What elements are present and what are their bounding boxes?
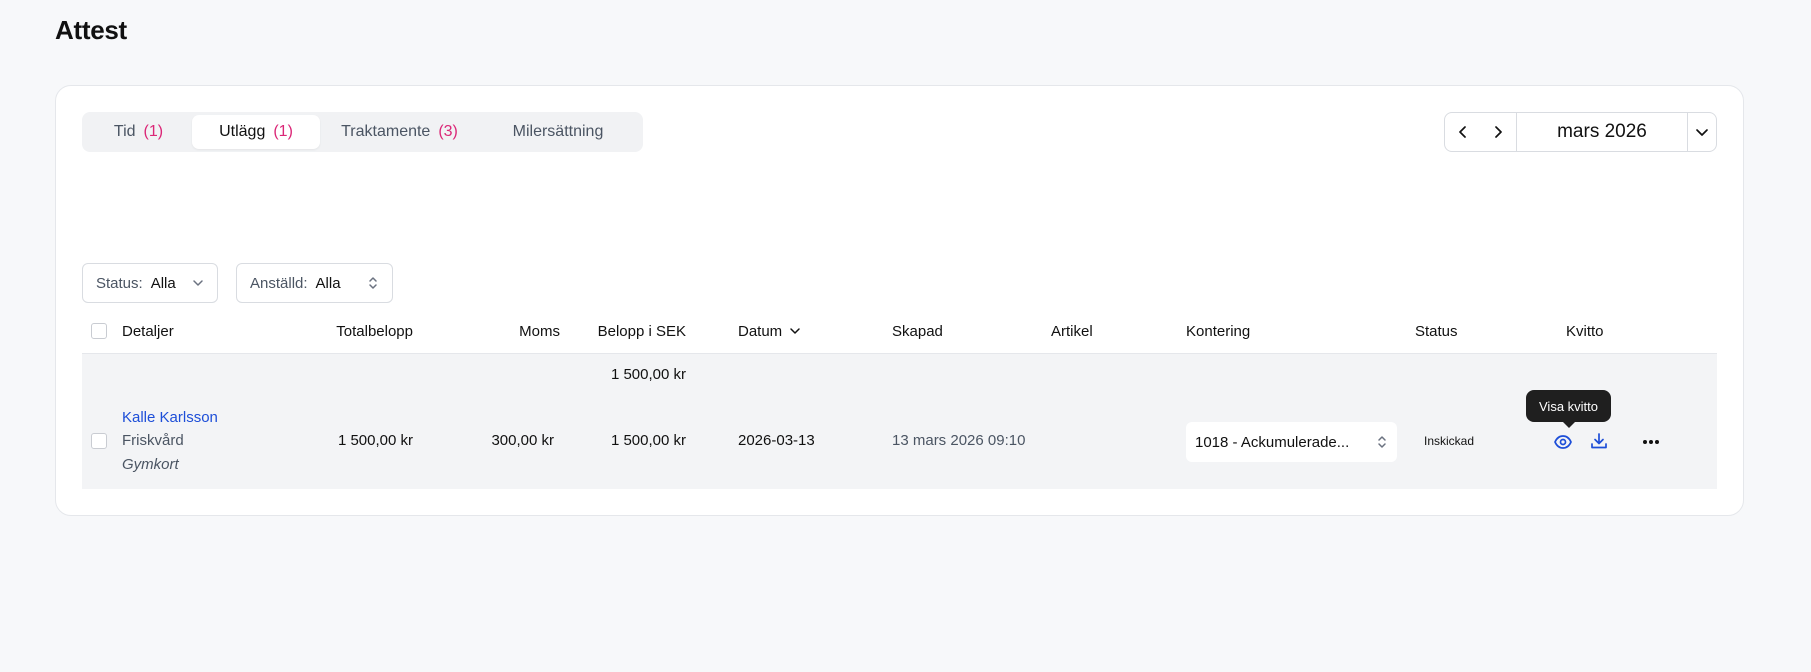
expense-description: Gymkort xyxy=(122,456,179,473)
chevron-down-icon xyxy=(1696,129,1708,136)
column-header-datum[interactable]: Datum xyxy=(738,309,801,353)
view-receipt-button[interactable] xyxy=(1551,430,1575,454)
tab-label: Milersättning xyxy=(512,123,604,140)
status-filter-label: Status: xyxy=(96,274,143,292)
eye-icon xyxy=(1554,435,1572,449)
tab-label: Utlägg xyxy=(219,123,266,140)
tab-count: (1) xyxy=(273,123,293,140)
select-all-checkbox[interactable] xyxy=(91,323,107,339)
tab-utlagg[interactable]: Utlägg (1) xyxy=(192,115,320,149)
table-row[interactable]: Kalle Karlsson Friskvård Gymkort 1 500,0… xyxy=(82,394,1717,489)
column-header-artikel: Artikel xyxy=(1051,322,1093,340)
sort-descending-icon xyxy=(790,328,800,334)
column-header-label: Datum xyxy=(738,322,783,340)
row-checkbox[interactable] xyxy=(91,433,107,449)
download-icon xyxy=(1591,433,1607,449)
page-title: Attest xyxy=(55,15,127,45)
month-dropdown-button[interactable] xyxy=(1685,113,1719,151)
attest-card: Tid (1) Utlägg (1) Traktamente (3) Miler… xyxy=(55,85,1744,516)
download-receipt-button[interactable] xyxy=(1587,429,1611,453)
status-badge: Inskickad xyxy=(1416,430,1483,452)
account-select[interactable]: 1018 - Ackumulerade... xyxy=(1186,422,1397,462)
expense-category: Friskvård xyxy=(122,432,184,449)
created-at: 13 mars 2026 09:10 xyxy=(892,432,1026,449)
tab-milersattning[interactable]: Milersättning xyxy=(482,115,634,149)
view-receipt-tooltip: Visa kvitto xyxy=(1526,390,1612,428)
month-label[interactable]: mars 2026 xyxy=(1517,113,1687,151)
column-header-belopp-sek: Belopp i SEK xyxy=(597,322,686,340)
tab-count: (3) xyxy=(438,123,458,140)
column-header-detaljer: Detaljer xyxy=(122,322,174,340)
summary-belopp-sek: 1 500,00 kr xyxy=(610,365,686,383)
column-header-skapad: Skapad xyxy=(892,322,943,340)
row-actions-button[interactable] xyxy=(1639,430,1663,454)
chevron-down-icon xyxy=(193,280,203,286)
vat-amount: 300,00 kr xyxy=(491,432,554,449)
total-amount: 1 500,00 kr xyxy=(337,432,413,449)
tab-label: Traktamente xyxy=(341,123,431,140)
month-picker: mars 2026 xyxy=(1444,112,1717,152)
tab-tid[interactable]: Tid (1) xyxy=(85,115,192,149)
next-month-button[interactable] xyxy=(1481,113,1515,151)
column-header-kvitto: Kvitto xyxy=(1566,322,1604,340)
amount-sek: 1 500,00 kr xyxy=(610,432,686,449)
employee-name-link[interactable]: Kalle Karlsson xyxy=(122,409,218,426)
chevrons-up-down-icon xyxy=(1378,436,1386,448)
tab-traktamente[interactable]: Traktamente (3) xyxy=(322,115,477,149)
employee-filter-label: Anställd: xyxy=(250,274,308,292)
previous-month-button[interactable] xyxy=(1446,113,1480,151)
account-select-value: 1018 - Ackumulerade... xyxy=(1195,433,1350,451)
employee-filter-value: Alla xyxy=(315,274,341,292)
column-header-status: Status xyxy=(1415,322,1458,340)
status-filter[interactable]: Status: Alla xyxy=(82,263,218,303)
more-horizontal-icon xyxy=(1643,440,1659,444)
column-header-kontering: Kontering xyxy=(1186,322,1251,340)
summary-row: 1 500,00 kr xyxy=(82,354,1717,394)
tab-label: Tid xyxy=(113,123,136,140)
column-header-moms: Moms xyxy=(519,322,560,340)
chevron-right-icon xyxy=(1495,126,1502,138)
tab-count: (1) xyxy=(143,123,164,140)
chevron-left-icon xyxy=(1459,126,1466,138)
tab-bar: Tid (1) Utlägg (1) Traktamente (3) Miler… xyxy=(82,112,643,152)
column-header-totalbelopp: Totalbelopp xyxy=(336,322,413,340)
employee-filter[interactable]: Anställd: Alla xyxy=(236,263,393,303)
status-filter-value: Alla xyxy=(150,274,176,292)
expense-date: 2026-03-13 xyxy=(738,432,815,449)
chevrons-up-down-icon xyxy=(369,277,377,289)
